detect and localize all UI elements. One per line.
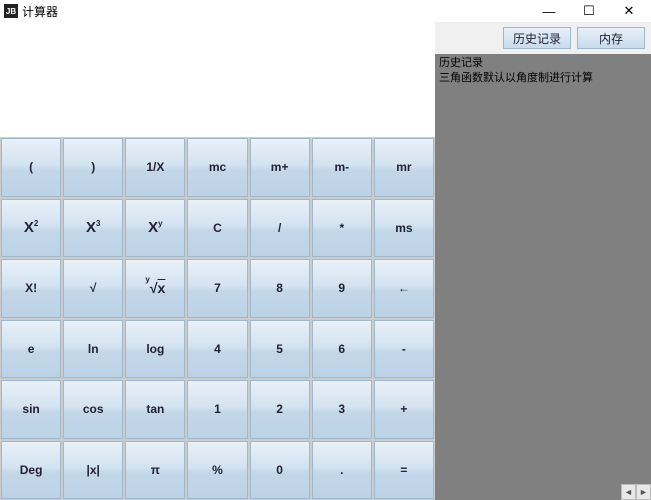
close-button[interactable]: ✕ <box>609 1 649 21</box>
key-lparen[interactable]: ( <box>1 138 61 197</box>
key-0[interactable]: 0 <box>250 441 310 500</box>
key-6[interactable]: 6 <box>312 320 372 379</box>
key-3[interactable]: 3 <box>312 380 372 439</box>
key-abs[interactable]: |x| <box>63 441 123 500</box>
key-1[interactable]: 1 <box>187 380 247 439</box>
key-reciprocal[interactable]: 1/X <box>125 138 185 197</box>
history-scrollbar[interactable]: ◄ ► <box>621 484 651 500</box>
scroll-left-icon[interactable]: ◄ <box>621 484 636 500</box>
key-tan[interactable]: tan <box>125 380 185 439</box>
key-9[interactable]: 9 <box>312 259 372 318</box>
key-mr[interactable]: mr <box>374 138 434 197</box>
key-dot[interactable]: . <box>312 441 372 500</box>
key-8[interactable]: 8 <box>250 259 310 318</box>
key-cos[interactable]: cos <box>63 380 123 439</box>
calculator-pane: ( ) 1/X mc m+ m- mr X2 X3 Xy C / * ms X!… <box>0 22 435 500</box>
key-xpowy[interactable]: Xy <box>125 199 185 258</box>
key-e[interactable]: e <box>1 320 61 379</box>
titlebar: JB 计算器 — ☐ ✕ <box>0 0 651 22</box>
key-5[interactable]: 5 <box>250 320 310 379</box>
history-heading: 历史记录 <box>439 56 647 71</box>
history-note: 三角函数默认以角度制进行计算 <box>439 71 647 86</box>
key-xcube[interactable]: X3 <box>63 199 123 258</box>
maximize-button[interactable]: ☐ <box>569 1 609 21</box>
key-4[interactable]: 4 <box>187 320 247 379</box>
history-panel: 历史记录 三角函数默认以角度制进行计算 ◄ ► <box>435 54 651 500</box>
side-panel: 历史记录 内存 历史记录 三角函数默认以角度制进行计算 ◄ ► <box>435 22 651 500</box>
key-ms[interactable]: ms <box>374 199 434 258</box>
key-mc[interactable]: mc <box>187 138 247 197</box>
side-panel-tabs: 历史记录 内存 <box>435 22 651 54</box>
key-sqrt[interactable]: √ <box>63 259 123 318</box>
key-deg[interactable]: Deg <box>1 441 61 500</box>
tab-history[interactable]: 历史记录 <box>503 27 571 49</box>
key-minus[interactable]: - <box>374 320 434 379</box>
scroll-right-icon[interactable]: ► <box>636 484 651 500</box>
key-pi[interactable]: π <box>125 441 185 500</box>
key-sin[interactable]: sin <box>1 380 61 439</box>
app-window: JB 计算器 — ☐ ✕ ( ) 1/X mc m+ m- mr X2 X3 X… <box>0 0 651 500</box>
key-backspace[interactable]: ← <box>374 259 434 318</box>
tab-memory[interactable]: 内存 <box>577 27 645 49</box>
display <box>0 22 435 137</box>
key-yroot[interactable]: y√x <box>125 259 185 318</box>
client-area: ( ) 1/X mc m+ m- mr X2 X3 Xy C / * ms X!… <box>0 22 651 500</box>
key-plus[interactable]: + <box>374 380 434 439</box>
keypad: ( ) 1/X mc m+ m- mr X2 X3 Xy C / * ms X!… <box>0 137 435 500</box>
key-clear[interactable]: C <box>187 199 247 258</box>
key-7[interactable]: 7 <box>187 259 247 318</box>
key-rparen[interactable]: ) <box>63 138 123 197</box>
app-title: 计算器 <box>22 3 58 20</box>
key-xsq[interactable]: X2 <box>1 199 61 258</box>
key-ln[interactable]: ln <box>63 320 123 379</box>
app-icon: JB <box>4 4 18 18</box>
key-equals[interactable]: = <box>374 441 434 500</box>
key-2[interactable]: 2 <box>250 380 310 439</box>
key-factorial[interactable]: X! <box>1 259 61 318</box>
key-multiply[interactable]: * <box>312 199 372 258</box>
key-log[interactable]: log <box>125 320 185 379</box>
key-mplus[interactable]: m+ <box>250 138 310 197</box>
key-percent[interactable]: % <box>187 441 247 500</box>
key-mminus[interactable]: m- <box>312 138 372 197</box>
key-divide[interactable]: / <box>250 199 310 258</box>
minimize-button[interactable]: — <box>529 1 569 21</box>
